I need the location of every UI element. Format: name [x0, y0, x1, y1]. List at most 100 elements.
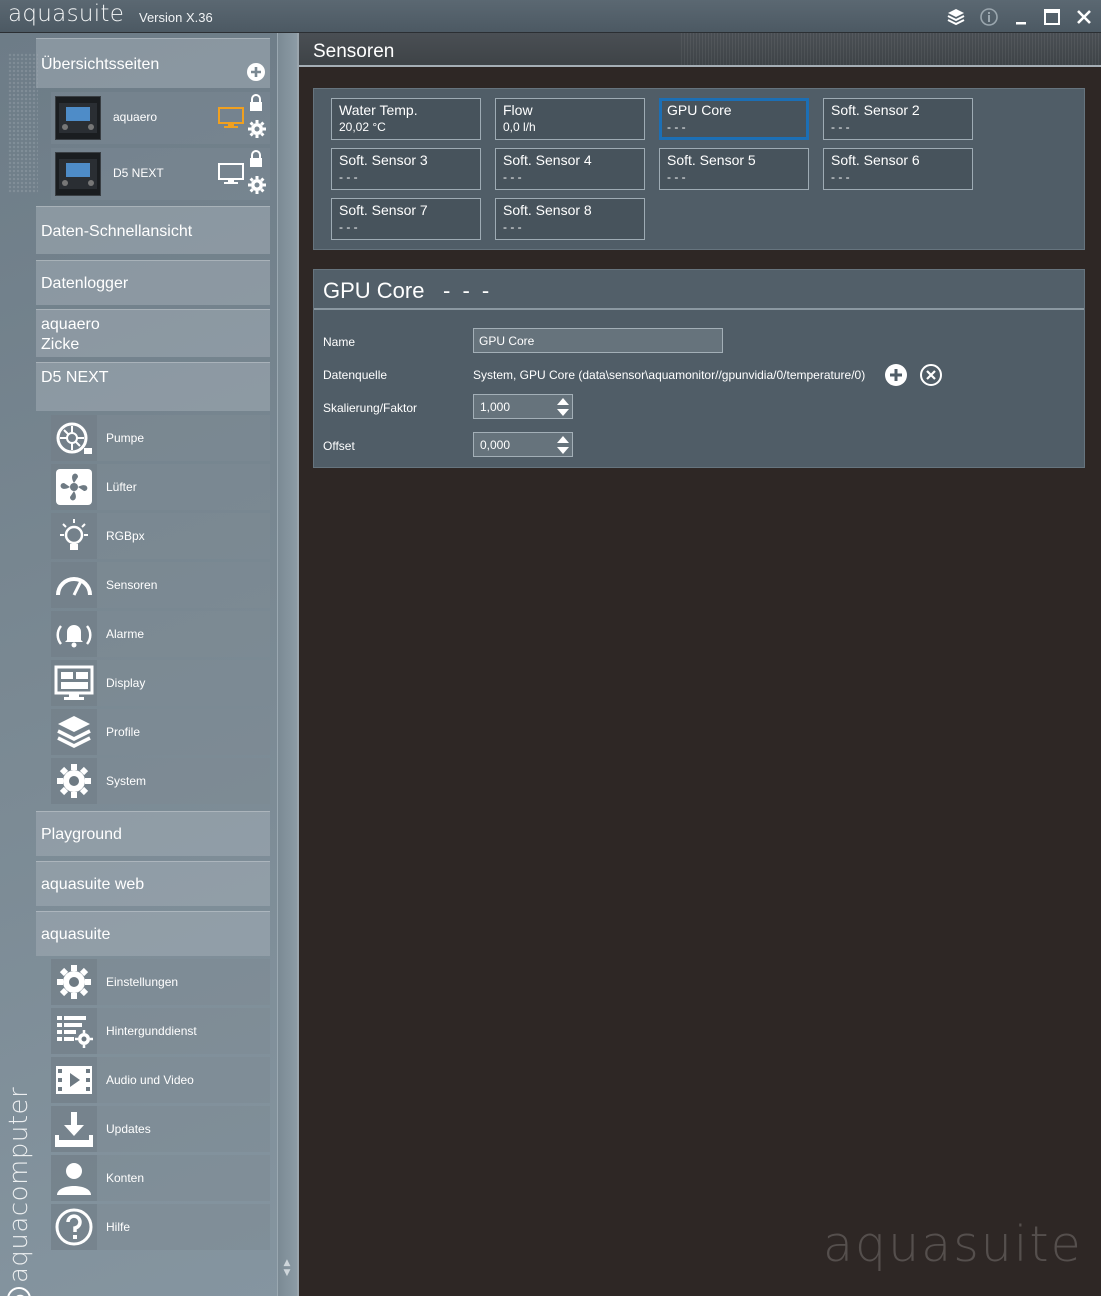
sensor-name: Soft. Sensor 8	[503, 202, 592, 218]
sidebar-item-hilfe[interactable]: Hilfe	[51, 1204, 270, 1250]
detail-title: GPU Core	[323, 278, 425, 303]
service-icon	[51, 1008, 97, 1054]
sensor-tile[interactable]: Soft. Sensor 4 - - -	[495, 148, 645, 190]
add-source-button[interactable]	[884, 363, 908, 387]
nav-d5next[interactable]: D5 NEXT	[36, 362, 270, 411]
monitor-icon[interactable]	[218, 163, 244, 189]
gear-icon[interactable]	[247, 175, 267, 199]
sensor-value: - - -	[831, 170, 850, 184]
sidebar-item-einstellungen[interactable]: Einstellungen	[51, 959, 270, 1005]
sidebar-item-alarme[interactable]: Alarme	[51, 611, 270, 657]
gear-icon[interactable]	[247, 119, 267, 143]
sidebar-item-rgbpx[interactable]: RGBpx	[51, 513, 270, 559]
scale-value: 1,000	[480, 400, 511, 414]
gear-icon	[51, 758, 97, 804]
monitor-icon[interactable]	[218, 107, 244, 133]
sensor-value: - - -	[831, 120, 850, 134]
device-d5next[interactable]: D5 NEXT	[51, 148, 270, 200]
sensor-tile[interactable]: Soft. Sensor 5 - - -	[659, 148, 809, 190]
sidebar-item-updates[interactable]: Updates	[51, 1106, 270, 1152]
sidebar-item-label: Hilfe	[106, 1220, 131, 1234]
device-aquaero[interactable]: aquaero	[51, 92, 270, 144]
sidebar-item-pumpe[interactable]: Pumpe	[51, 415, 270, 461]
sensor-tile-selected[interactable]: GPU Core - - -	[659, 98, 809, 140]
close-icon[interactable]	[1072, 5, 1096, 29]
sidebar-item-hintergunddienst[interactable]: Hintergunddienst	[51, 1008, 270, 1054]
sensor-value: - - -	[503, 220, 522, 234]
maximize-icon[interactable]	[1040, 5, 1064, 29]
nav-quick-view-label: Daten-Schnellansicht	[41, 223, 193, 240]
sidebar-item-label: Profile	[106, 725, 141, 739]
sensor-value: - - -	[667, 170, 686, 184]
nav-aquaero-zicke-line2: Zicke	[41, 336, 80, 353]
nav-aquasuite[interactable]: aquasuite	[36, 911, 270, 956]
sensor-tile[interactable]: Soft. Sensor 8 - - -	[495, 198, 645, 240]
sensor-name: Soft. Sensor 3	[339, 152, 428, 168]
sensor-value: 20,02 °C	[339, 120, 386, 134]
sensor-tile[interactable]: Soft. Sensor 2 - - -	[823, 98, 973, 140]
offset-label: Offset	[323, 439, 355, 453]
sidebar-item-label: Sensoren	[106, 578, 158, 592]
main-content: Sensoren Water Temp. 20,02 °C Flow 0,0 l…	[297, 33, 1101, 1296]
sidebar-item-label: Updates	[106, 1122, 151, 1136]
sensor-tile[interactable]: Flow 0,0 l/h	[495, 98, 645, 140]
sensor-tile[interactable]: Soft. Sensor 3 - - -	[331, 148, 481, 190]
minimize-icon[interactable]	[1009, 5, 1033, 29]
nav-aquasuite-web[interactable]: aquasuite web	[36, 861, 270, 906]
layers-icon[interactable]	[944, 5, 968, 29]
sensor-tile[interactable]: Soft. Sensor 6 - - -	[823, 148, 973, 190]
stepper-arrows-icon[interactable]	[556, 397, 570, 417]
page-title: Sensoren	[313, 41, 395, 62]
sensor-name: Soft. Sensor 5	[667, 152, 756, 168]
gauge-icon	[51, 562, 97, 608]
nav-playground-label: Playground	[41, 826, 122, 843]
offset-stepper[interactable]: 0,000	[473, 432, 573, 457]
sidebar-item-audio-video[interactable]: Audio und Video	[51, 1057, 270, 1103]
name-field[interactable]: GPU Core	[473, 328, 723, 353]
sidebar-item-profile[interactable]: Profile	[51, 709, 270, 755]
lock-icon[interactable]	[248, 94, 264, 116]
nav-overview-pages[interactable]: Übersichtsseiten	[36, 38, 270, 88]
sensor-value: - - -	[339, 220, 358, 234]
sidebar-item-label: Alarme	[106, 627, 145, 641]
sidebar-item-label: RGBpx	[106, 529, 145, 543]
scroll-arrows-icon[interactable]: ▲ ▼	[281, 1258, 293, 1278]
nav-aquasuite-web-label: aquasuite web	[41, 876, 145, 893]
stepper-arrows-icon[interactable]	[556, 435, 570, 455]
sensor-value: 0,0 l/h	[503, 120, 536, 134]
sidebar-item-label: Pumpe	[106, 431, 145, 445]
info-icon[interactable]	[977, 5, 1001, 29]
sensor-tile[interactable]: Soft. Sensor 7 - - -	[331, 198, 481, 240]
remove-source-button[interactable]	[919, 363, 943, 387]
sidebar-item-system[interactable]: System	[51, 758, 270, 804]
sidebar-item-label: Lüfter	[106, 480, 137, 494]
lock-icon[interactable]	[248, 150, 264, 172]
nav-overview-label: Übersichtsseiten	[41, 56, 160, 73]
sensor-tile[interactable]: Water Temp. 20,02 °C	[331, 98, 481, 140]
detail-header: GPU Core - - -	[314, 270, 1084, 310]
main-header: Sensoren	[299, 33, 1101, 67]
detail-value: - - -	[443, 278, 493, 303]
add-overview-icon[interactable]	[246, 62, 266, 82]
nav-aquaero-zicke[interactable]: aquaero Zicke	[36, 309, 270, 357]
sensor-name: GPU Core	[667, 102, 732, 118]
film-icon	[51, 1057, 97, 1103]
sensor-detail-panel: GPU Core - - - Name GPU Core Datenquelle…	[313, 269, 1085, 468]
nav-playground[interactable]: Playground	[36, 811, 270, 856]
sidebar-scrollbar[interactable]	[277, 33, 297, 1296]
sensor-name: Water Temp.	[339, 102, 418, 118]
sidebar-item-label: Audio und Video	[106, 1073, 194, 1087]
sensor-value: - - -	[339, 170, 358, 184]
sidebar-item-luefter[interactable]: Lüfter	[51, 464, 270, 510]
sidebar-item-display[interactable]: Display	[51, 660, 270, 706]
name-field-value: GPU Core	[479, 334, 535, 348]
user-icon	[51, 1155, 97, 1201]
scale-stepper[interactable]: 1,000	[473, 394, 573, 419]
sidebar-item-konten[interactable]: Konten	[51, 1155, 270, 1201]
nav-datalogger[interactable]: Datenlogger	[36, 260, 270, 305]
sidebar-item-sensoren[interactable]: Sensoren	[51, 562, 270, 608]
sensor-value: - - -	[667, 120, 686, 134]
layers-icon	[51, 709, 97, 755]
nav-quick-view[interactable]: Daten-Schnellansicht	[36, 206, 270, 254]
aquacomputer-logo-icon	[6, 1286, 34, 1296]
